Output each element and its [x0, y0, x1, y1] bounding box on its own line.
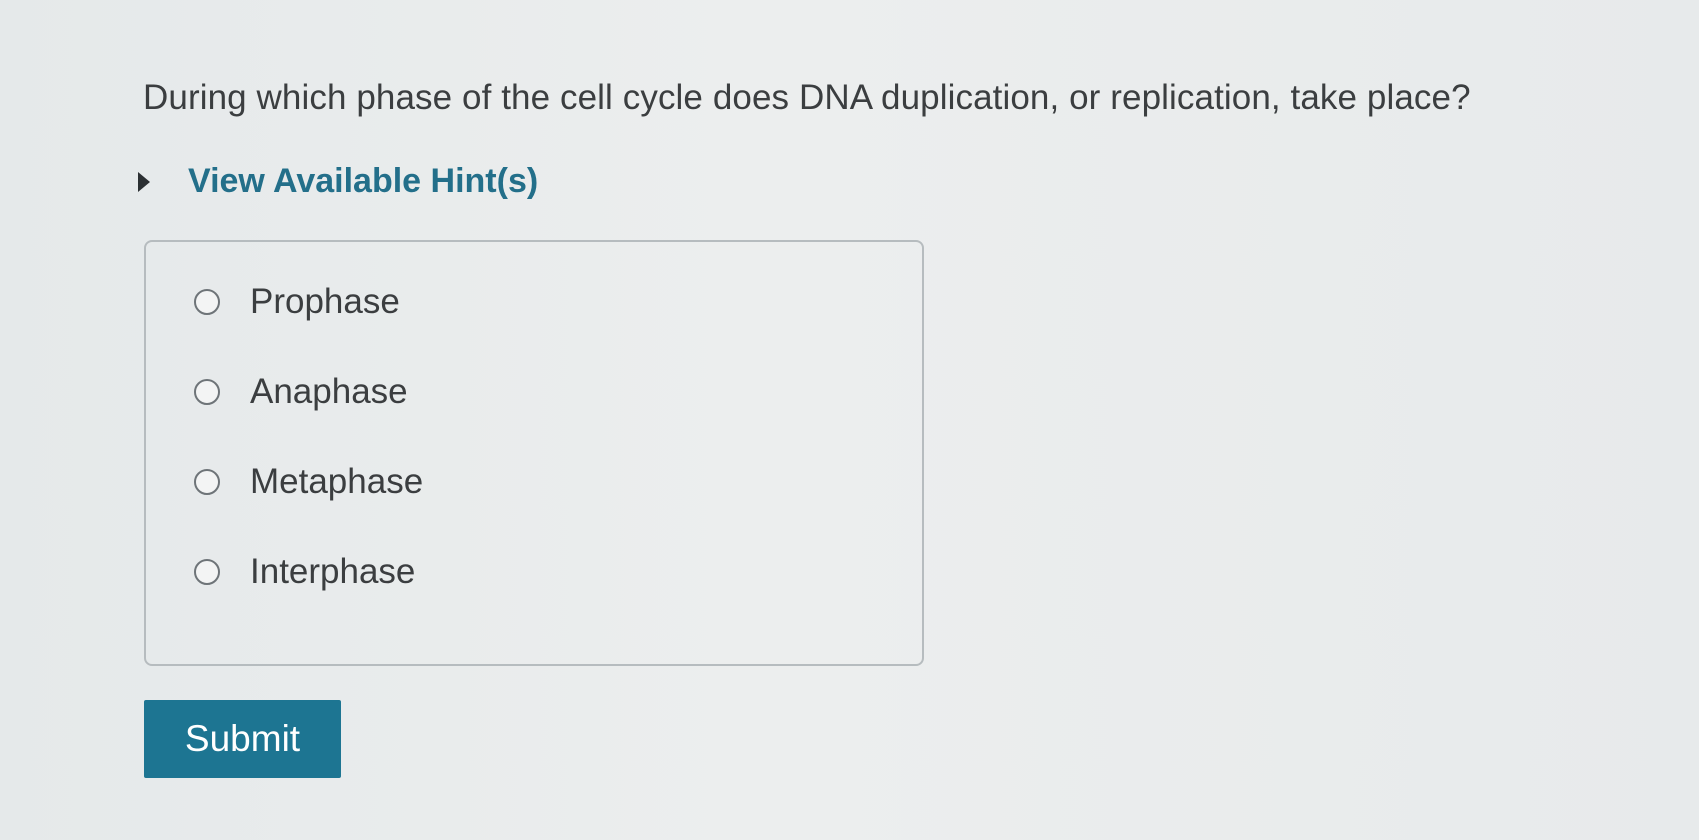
caret-right-icon	[138, 171, 150, 192]
radio-button[interactable]	[194, 559, 220, 585]
radio-button[interactable]	[194, 379, 220, 405]
option-metaphase[interactable]: Metaphase	[194, 462, 423, 502]
view-hints-label: View Available Hint(s)	[188, 162, 539, 200]
question-page: During which phase of the cell cycle doe…	[0, 0, 1699, 840]
radio-button[interactable]	[194, 289, 220, 315]
option-label: Interphase	[250, 552, 416, 591]
option-prophase[interactable]: Prophase	[194, 282, 400, 322]
radio-button[interactable]	[194, 469, 220, 495]
option-label: Anaphase	[250, 372, 408, 411]
option-label: Prophase	[250, 282, 400, 321]
option-anaphase[interactable]: Anaphase	[194, 372, 408, 412]
submit-button[interactable]: Submit	[144, 700, 341, 778]
answer-options-box: Prophase Anaphase Metaphase Interphase	[144, 240, 924, 666]
option-interphase[interactable]: Interphase	[194, 552, 415, 592]
question-text: During which phase of the cell cycle doe…	[143, 78, 1471, 117]
view-hints-toggle[interactable]: View Available Hint(s)	[138, 162, 538, 201]
option-label: Metaphase	[250, 462, 424, 501]
